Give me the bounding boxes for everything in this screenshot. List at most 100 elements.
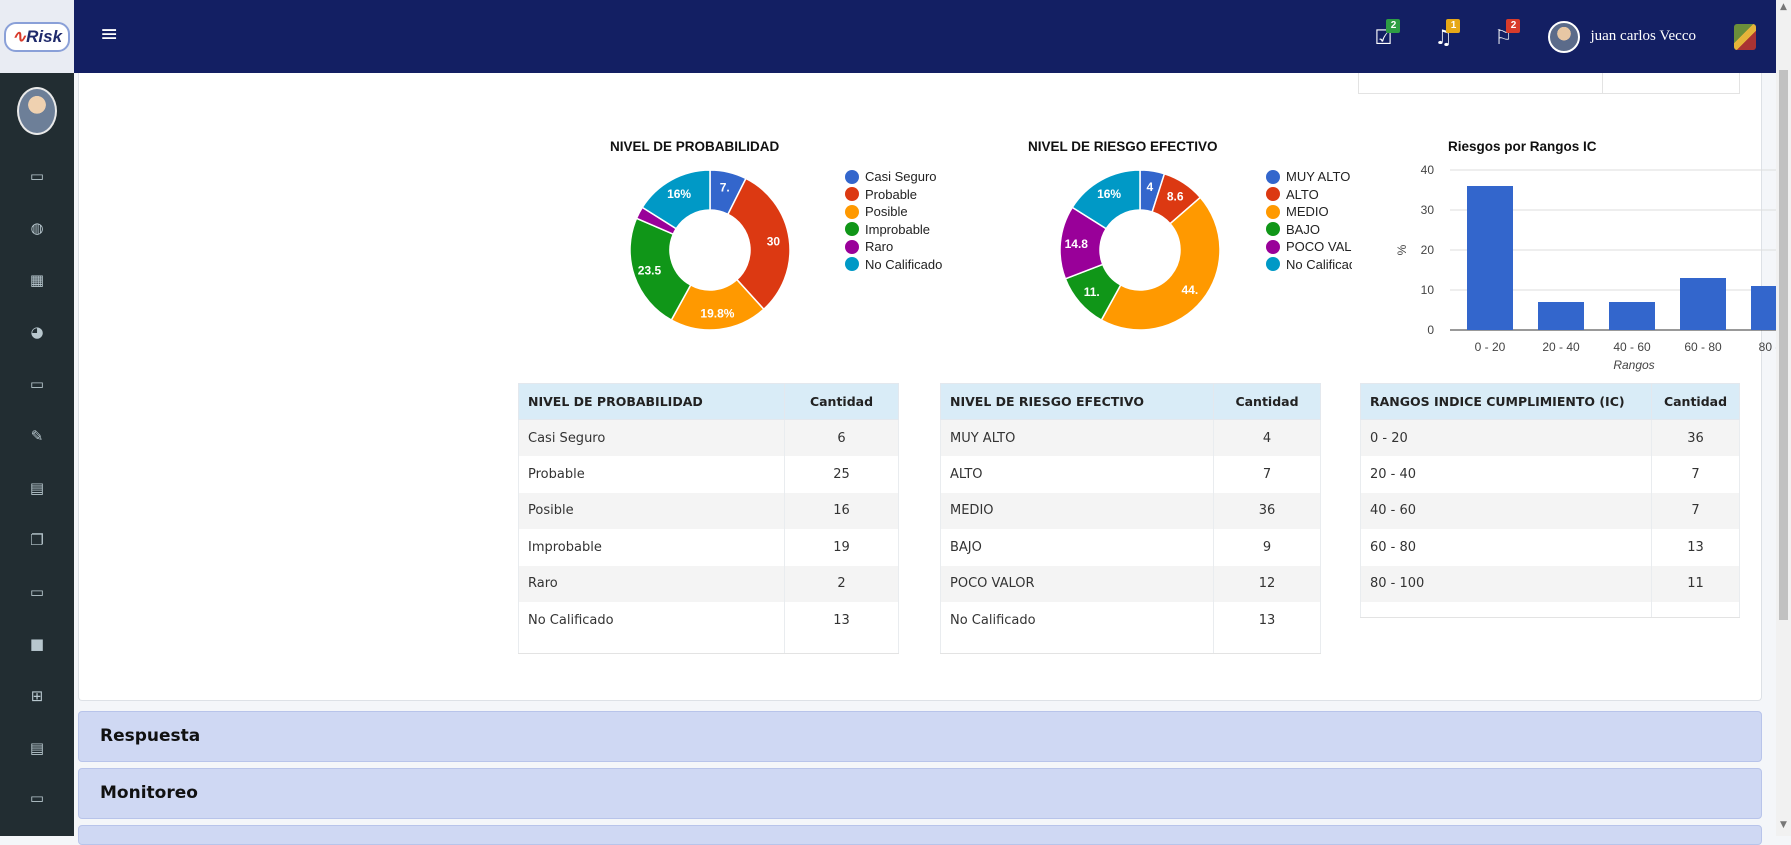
page-scrollbar[interactable]: ▲ ▼ bbox=[1776, 0, 1791, 836]
laptop-icon[interactable]: ▭ bbox=[0, 161, 74, 191]
legend-item[interactable]: No Calificado bbox=[1266, 256, 1352, 274]
calendar-icon[interactable]: ▤ bbox=[0, 473, 74, 503]
legend-item[interactable]: MEDIO bbox=[1266, 203, 1352, 221]
legend-marker bbox=[845, 239, 859, 254]
chart-title-rangos: Riesgos por Rangos IC bbox=[1448, 139, 1597, 154]
row-label-cell: Probable bbox=[518, 456, 785, 493]
legend-label: MUY ALTO bbox=[1286, 169, 1351, 185]
notification-badge: 2 bbox=[1386, 18, 1401, 33]
legend-label: No Calificado bbox=[1286, 256, 1352, 272]
calendar-icon[interactable]: ▤ bbox=[0, 733, 74, 763]
legend-item[interactable]: ALTO bbox=[1266, 186, 1352, 204]
y-tick-label: 0 bbox=[1427, 323, 1434, 337]
row-label-cell: 80 - 100 bbox=[1360, 565, 1652, 602]
slice-label: 16% bbox=[667, 187, 691, 201]
column-header[interactable]: Cantidad bbox=[1213, 383, 1321, 420]
table-row: MEDIO 36 bbox=[940, 492, 1321, 529]
chart-title-riesgo: NIVEL DE RIESGO EFECTIVO bbox=[1028, 139, 1218, 154]
top-navbar: ∿Risk ≡ ☑ 2 ♫ 1 ⚐ 2 juan carlos Vecco bbox=[0, 0, 1776, 73]
folder-icon[interactable]: ■ bbox=[0, 629, 74, 659]
dashboard-icon[interactable]: ◍ bbox=[0, 213, 74, 243]
table-icon[interactable]: ⊞ bbox=[0, 681, 74, 711]
row-label-cell: 20 - 40 bbox=[1360, 456, 1652, 493]
row-count-cell: 7 bbox=[1651, 492, 1740, 529]
row-label-cell: MEDIO bbox=[940, 492, 1214, 529]
column-header[interactable]: NIVEL DE RIESGO EFECTIVO bbox=[940, 383, 1214, 420]
app-emblem-icon[interactable] bbox=[1734, 23, 1756, 50]
bar[interactable] bbox=[1467, 186, 1513, 330]
user-menu[interactable]: juan carlos Vecco bbox=[1548, 20, 1756, 53]
panel-next[interactable] bbox=[78, 825, 1762, 845]
row-count-cell: 9 bbox=[1213, 529, 1321, 566]
copy-icon[interactable]: ❐ bbox=[0, 525, 74, 555]
table-row: 40 - 60 7 bbox=[1360, 492, 1740, 529]
legend-marker bbox=[1266, 257, 1280, 272]
app-logo[interactable]: ∿Risk bbox=[0, 0, 74, 73]
table-row: 0 - 20 36 bbox=[1360, 419, 1740, 456]
row-label-cell: No Calificado bbox=[940, 602, 1214, 639]
menu-toggle-icon[interactable]: ≡ bbox=[100, 22, 118, 47]
legend-item[interactable]: POCO VALOR bbox=[1266, 238, 1352, 256]
row-count-cell: 12 bbox=[1213, 565, 1321, 602]
laptop-icon[interactable]: ▭ bbox=[0, 369, 74, 399]
table-footer-row bbox=[1360, 602, 1740, 618]
pie-slice[interactable] bbox=[1100, 196, 1221, 331]
legend-item[interactable]: Posible bbox=[845, 203, 955, 221]
pie-chart-icon[interactable]: ◕ bbox=[0, 317, 74, 347]
legend-item[interactable]: Casi Seguro bbox=[845, 168, 955, 186]
panel-monitoreo[interactable]: Monitoreo bbox=[78, 768, 1762, 819]
laptop-icon[interactable]: ▭ bbox=[0, 577, 74, 607]
inbox-check-icon[interactable]: ☑ 2 bbox=[1358, 17, 1408, 57]
legend-riesgo: MUY ALTOALTO MEDIOBAJO POCO VALORNo Califi… bbox=[1266, 168, 1352, 273]
slice-label: 19.8% bbox=[700, 307, 734, 321]
row-label-cell: Posible bbox=[518, 492, 785, 529]
slice-label: 16% bbox=[1097, 187, 1121, 201]
legend-label: POCO VALOR bbox=[1286, 239, 1352, 255]
scrollbar-thumb[interactable] bbox=[1779, 70, 1788, 620]
table-row: Raro 2 bbox=[518, 565, 899, 602]
row-label-cell: 40 - 60 bbox=[1360, 492, 1652, 529]
table-row: 60 - 80 13 bbox=[1360, 529, 1740, 566]
flag-icon[interactable]: ⚐ 2 bbox=[1478, 17, 1528, 57]
legend-marker bbox=[845, 187, 859, 202]
column-header[interactable]: Cantidad bbox=[784, 383, 899, 420]
table-row: 80 - 100 11 bbox=[1360, 565, 1740, 602]
sidebar: ▭ ◍ ▦ ◕ ▭ ✎ ▤ ❐ ▭ ■ ⊞ ▤ ▭ bbox=[0, 73, 74, 836]
notification-badge: 1 bbox=[1446, 18, 1461, 33]
table-footer-row bbox=[940, 638, 1321, 654]
legend-item[interactable]: Improbable bbox=[845, 221, 955, 239]
column-header[interactable]: NIVEL DE PROBABILIDAD bbox=[518, 383, 785, 420]
column-header[interactable]: RANGOS INDICE CUMPLIMIENTO (IC) bbox=[1360, 383, 1652, 420]
legend-marker bbox=[1266, 187, 1280, 202]
legend-item[interactable]: MUY ALTO bbox=[1266, 168, 1352, 186]
y-tick-label: 40 bbox=[1421, 163, 1435, 177]
bar[interactable] bbox=[1680, 278, 1726, 330]
legend-label: MEDIO bbox=[1286, 204, 1329, 220]
column-header[interactable]: Cantidad bbox=[1651, 383, 1740, 420]
grid-icon[interactable]: ▦ bbox=[0, 265, 74, 295]
x-tick-label: 20 - 40 bbox=[1542, 340, 1580, 354]
bar[interactable] bbox=[1609, 302, 1655, 330]
scroll-down-icon[interactable]: ▼ bbox=[1776, 820, 1791, 830]
edit-icon[interactable]: ✎ bbox=[0, 421, 74, 451]
laptop-icon[interactable]: ▭ bbox=[0, 783, 74, 813]
scroll-up-icon[interactable]: ▲ bbox=[1776, 2, 1791, 12]
row-count-cell: 13 bbox=[784, 602, 899, 639]
legend-item[interactable]: Raro bbox=[845, 238, 955, 256]
panel-respuesta[interactable]: Respuesta bbox=[78, 711, 1762, 762]
legend-item[interactable]: BAJO bbox=[1266, 221, 1352, 239]
donut-chart-probabilidad: 7. 30 19.8% 23.5 16% bbox=[629, 169, 791, 331]
panel-title: Respuesta bbox=[100, 726, 201, 746]
legend-item[interactable]: No Calificado bbox=[845, 256, 955, 274]
bar[interactable] bbox=[1751, 286, 1776, 330]
row-label-cell: 60 - 80 bbox=[1360, 529, 1652, 566]
table-row: No Calificado 13 bbox=[518, 602, 899, 639]
legend-label: Improbable bbox=[865, 221, 931, 237]
x-tick-label: 40 - 60 bbox=[1613, 340, 1651, 354]
bar[interactable] bbox=[1538, 302, 1584, 330]
slice-label: 44. bbox=[1181, 283, 1198, 297]
row-label-cell: POCO VALOR bbox=[940, 565, 1214, 602]
legend-item[interactable]: Probable bbox=[845, 186, 955, 204]
bell-icon[interactable]: ♫ 1 bbox=[1418, 17, 1468, 57]
table-row: Probable 25 bbox=[518, 456, 899, 493]
